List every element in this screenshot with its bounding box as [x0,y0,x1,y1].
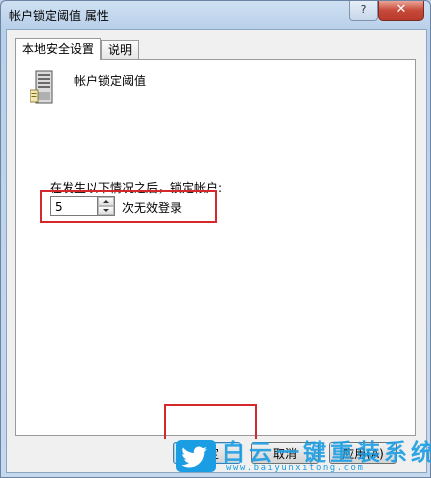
tab-explain[interactable]: 说明 [101,40,140,59]
policy-title: 帐户锁定阈值 [74,74,147,88]
twitter-bird-icon [176,440,216,472]
close-button[interactable]: ✕ [378,1,424,21]
watermark-text: 白云一键重装系统 [222,440,431,466]
tab-local-security-setting[interactable]: 本地安全设置 [15,38,102,60]
tab-panel: 帐户锁定阈值 在发生以下情况之后，锁定帐户: 5 次无效登录 [15,59,416,436]
window-title: 帐户锁定阈值 属性 [9,9,109,23]
input-highlight-box [40,190,217,223]
server-computer-icon [30,70,53,104]
watermark-url: www.baiyunxitong.com [226,463,365,473]
title-bar[interactable]: 帐户锁定阈值 属性 ? ✕ [1,1,430,29]
help-button[interactable]: ? [349,1,378,21]
